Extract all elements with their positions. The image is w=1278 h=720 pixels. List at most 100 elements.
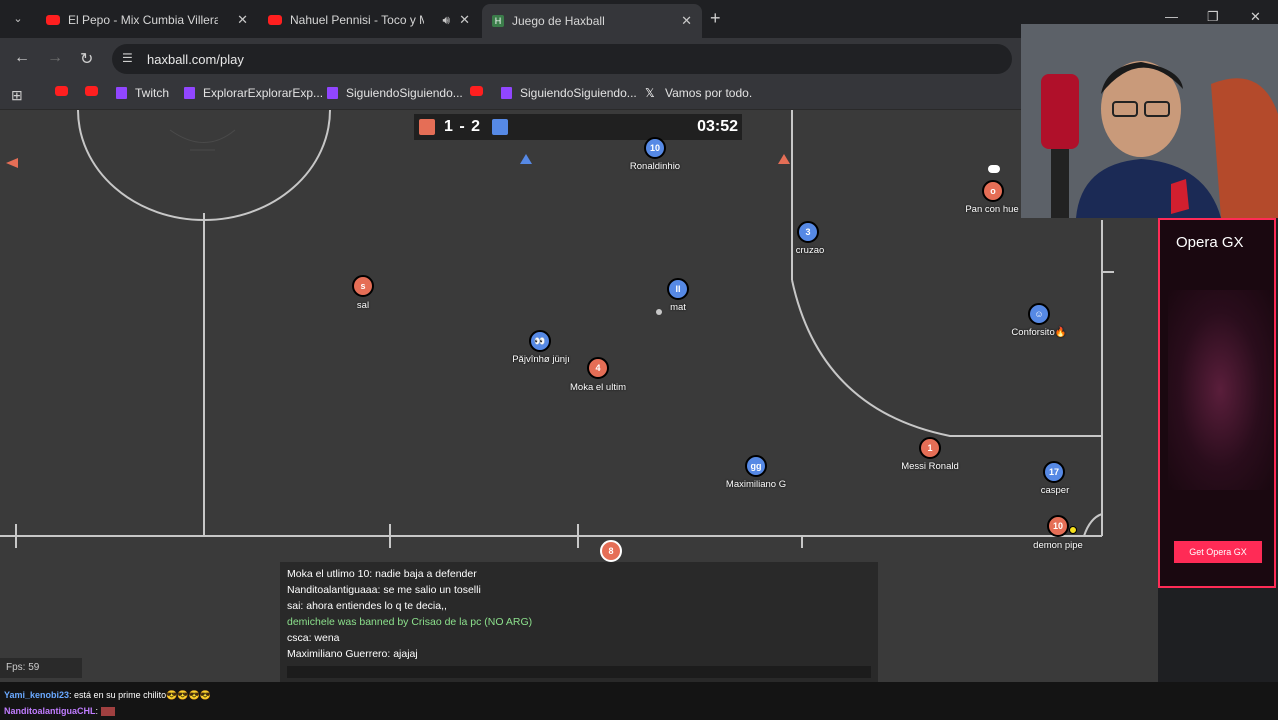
stream-chat-line: Yami_kenobi23: está en su prime chilito😎… <box>4 690 211 701</box>
player-name: cruzao <box>795 245 825 256</box>
ad-brand: Opera GX <box>1176 234 1244 251</box>
chat-message: Nanditoalantiguaaa: se me salio un tosel… <box>287 584 481 596</box>
tab-title: Juego de Haxball <box>512 14 605 28</box>
close-tab-icon[interactable]: ✕ <box>459 12 470 28</box>
player-name: Maximiliano G <box>725 479 787 490</box>
haxball-icon: H <box>492 15 504 27</box>
forward-icon[interactable]: → <box>47 49 63 67</box>
tab-title: Nahuel Pennisi - Toco y Me <box>290 13 424 27</box>
player-disc: ☺ <box>1028 303 1050 325</box>
match-timer: 03:52 <box>697 118 738 135</box>
player-name: mat <box>670 302 686 313</box>
player-disc: 3 <box>797 221 819 243</box>
new-tab-button[interactable]: + <box>710 8 721 29</box>
stream-chat-overlay: Yami_kenobi23: está en su prime chilito😎… <box>0 682 1278 720</box>
player-disc: s <box>352 275 374 297</box>
youtube-icon <box>85 86 98 96</box>
bookmark-siguiendo-2[interactable]: SiguiendoSiguiendo... <box>501 86 637 100</box>
player-disc: o <box>982 180 1004 202</box>
score: 1 - 2 <box>444 118 482 135</box>
chat-message: csca: wena <box>287 632 340 644</box>
twitch-icon <box>184 87 195 99</box>
bookmark-youtube-2[interactable] <box>85 86 106 96</box>
close-window-icon[interactable]: ✕ <box>1250 9 1261 25</box>
url-text: haxball.com/play <box>147 52 244 67</box>
player-name: sal <box>356 300 370 311</box>
red-team-square <box>419 119 435 135</box>
stream-chat-line: NanditoalantiguaCHL: <box>4 706 115 717</box>
chat-message: Moka el utlimo 10: nadie baja a defender <box>287 568 477 580</box>
site-info-icon[interactable]: ☰ <box>122 51 133 65</box>
back-icon[interactable]: ← <box>14 49 30 67</box>
player-name: Moka el ultim <box>570 382 626 393</box>
chat-message: sai: ahora entiendes lo q te decia,, <box>287 600 447 612</box>
player-name: casper <box>1040 485 1070 496</box>
webcam-image <box>1021 24 1278 218</box>
speaker-icon[interactable]: 🔊︎ <box>442 13 450 28</box>
bookmark-label: SiguiendoSiguiendo... <box>346 86 463 100</box>
twitch-icon <box>501 87 512 99</box>
chat-username: NanditoalantiguaCHL <box>4 706 96 716</box>
x-icon: 𝕏 <box>645 86 655 100</box>
chat-system-message: demichele was banned by Crisao de la pc … <box>287 616 533 628</box>
chat-text: : está en su prime chilito😎😎😎😎 <box>69 690 211 700</box>
player-disc: gg <box>745 455 767 477</box>
player-name: demon pipe <box>1033 540 1083 551</box>
game-chat: Moka el utlimo 10: nadie baja a defender… <box>280 562 878 682</box>
player-name: Conforsito🔥 <box>1011 327 1067 338</box>
player-disc: 10 <box>1047 515 1069 537</box>
player-name: Ronaldinhio <box>629 161 681 172</box>
player-disc: 10 <box>644 137 666 159</box>
close-tab-icon[interactable]: ✕ <box>237 12 248 28</box>
player-name: Pan con hue <box>965 204 1019 215</box>
fps-counter: Fps: 59 <box>0 658 82 678</box>
chat-message: Maximiliano Guerrero: ajajaj <box>287 648 418 660</box>
chat-bubble-icon <box>988 165 1000 173</box>
bookmark-label: Twitch <box>135 86 170 100</box>
reload-icon[interactable]: ↻ <box>80 49 93 69</box>
tab-nahuel-pennisi[interactable]: Nahuel Pennisi - Toco y Me 🔊︎ ✕ <box>258 6 480 34</box>
player-disc: II <box>667 278 689 300</box>
youtube-icon <box>268 15 282 25</box>
chat-text: : <box>95 706 99 716</box>
opera-gx-ad[interactable]: Opera GX Get Opera GX <box>1158 218 1276 588</box>
bookmark-siguiendo-1[interactable]: SiguiendoSiguiendo... <box>327 86 463 100</box>
tab-el-pepo[interactable]: El Pepo - Mix Cumbia Villera (E ✕ <box>36 6 258 34</box>
bookmark-twitch[interactable]: Twitch <box>116 86 169 100</box>
minimize-icon[interactable]: — <box>1165 9 1178 24</box>
tab-title: El Pepo - Mix Cumbia Villera (E <box>68 13 218 27</box>
streamer-webcam <box>1021 24 1278 218</box>
bookmark-label: SiguiendoSiguiendo... <box>520 86 637 100</box>
bookmark-vamos-por-todo[interactable]: 𝕏 Vamos por todo. <box>645 86 752 100</box>
bookmark-label: ExplorarExplorarExp... <box>203 86 324 100</box>
haxball-game-area[interactable]: 1 - 2 03:52 10 Ronaldinhio o Pan con hue… <box>0 110 1158 682</box>
close-tab-icon[interactable]: ✕ <box>681 13 692 29</box>
player-disc: 1 <box>919 437 941 459</box>
player-disc-self: 8 <box>600 540 622 562</box>
tab-juego-de-haxball[interactable]: H Juego de Haxball ✕ <box>482 4 702 38</box>
youtube-icon <box>46 15 60 25</box>
address-bar[interactable]: ☰ haxball.com/play <box>112 44 1012 74</box>
restore-icon[interactable]: ❐ <box>1207 9 1219 25</box>
player-name: Messi Ronald <box>901 461 959 472</box>
twitch-icon <box>327 87 338 99</box>
bookmark-youtube-3[interactable] <box>470 86 491 96</box>
bookmark-explorar[interactable]: ExplorarExplorarExp... <box>184 86 323 100</box>
player-disc: 17 <box>1043 461 1065 483</box>
player-name: Păjvînhø jünjı <box>512 354 570 365</box>
blue-team-square <box>492 119 508 135</box>
bookmark-youtube-1[interactable] <box>55 86 76 96</box>
ad-cta-button[interactable]: Get Opera GX <box>1174 541 1262 563</box>
ball <box>1069 526 1077 534</box>
apps-grid-icon[interactable]: ⊞ <box>11 87 23 104</box>
ad-image <box>1168 290 1272 490</box>
player-disc: 4 <box>587 357 609 379</box>
youtube-icon <box>470 86 483 96</box>
twitch-icon <box>116 87 127 99</box>
scoreboard: 1 - 2 03:52 <box>414 114 742 140</box>
youtube-icon <box>55 86 68 96</box>
chat-input[interactable] <box>287 666 871 678</box>
tab-search-chevron-icon[interactable]: ⌄ <box>10 11 26 27</box>
chat-username: Yami_kenobi23 <box>4 690 70 700</box>
player-disc: 👀 <box>529 330 551 352</box>
